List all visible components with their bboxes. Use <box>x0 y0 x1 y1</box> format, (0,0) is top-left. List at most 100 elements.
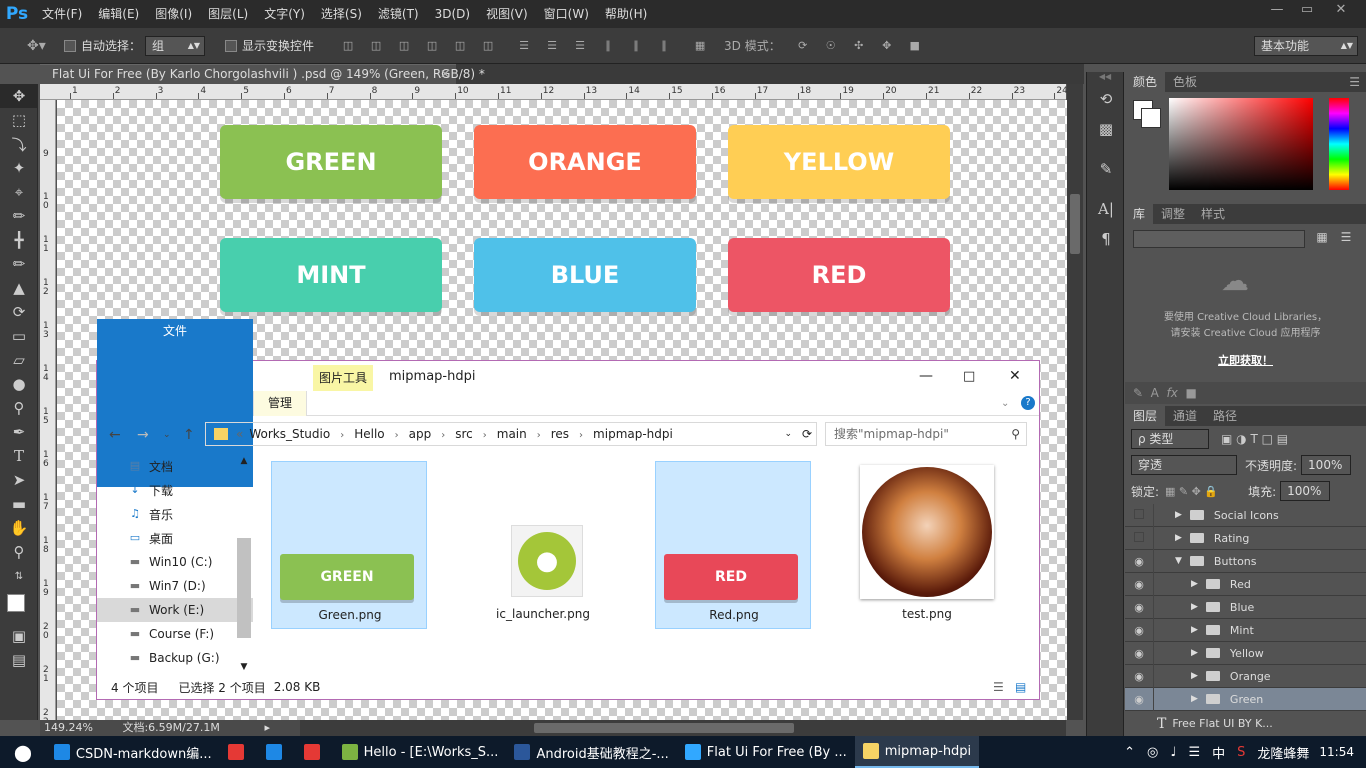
distribute-left-icon[interactable]: ∥ <box>599 39 617 53</box>
align-bottom-icon[interactable]: ◫ <box>395 39 413 53</box>
ribbon-expand-icon[interactable]: ⌄ <box>1001 398 1009 409</box>
menu-item[interactable]: 图像(I) <box>147 0 200 28</box>
distribute-bottom-icon[interactable]: ☰ <box>571 39 589 53</box>
breadcrumb-item[interactable]: Hello <box>354 427 384 441</box>
list-view-icon[interactable]: ☰ <box>1337 230 1355 248</box>
nav-item[interactable]: ↓ 下载 <box>97 478 253 502</box>
tab-adjustments[interactable]: 调整 <box>1153 204 1193 224</box>
thumbnails-view-icon[interactable]: ▤ <box>1015 680 1026 694</box>
visibility-toggle[interactable] <box>1125 508 1153 522</box>
visibility-toggle[interactable]: ◉ <box>1125 670 1153 683</box>
layer-row[interactable]: ◉ ▶ Blue <box>1125 595 1366 619</box>
taskbar-app[interactable] <box>220 736 258 768</box>
swap-colors-icon[interactable]: ⇅ <box>0 564 38 588</box>
auto-select-checkbox[interactable] <box>64 39 76 52</box>
pen-tool-icon[interactable]: ✒ <box>0 420 38 444</box>
history-panel-icon[interactable]: ⟲ <box>1087 84 1125 114</box>
move-tool-icon[interactable]: ✥ <box>0 84 38 108</box>
file-item[interactable]: test.png <box>849 461 1005 629</box>
breadcrumb-item[interactable]: app <box>409 427 432 441</box>
visibility-toggle[interactable] <box>1125 531 1153 545</box>
layer-row[interactable]: ◉ ▶ Green <box>1125 687 1366 711</box>
hue-slider[interactable] <box>1329 98 1349 190</box>
taskbar-app[interactable] <box>258 736 296 768</box>
layer-row[interactable]: ◉ ▶ Mint <box>1125 618 1366 642</box>
fill-input[interactable]: 100% <box>1280 481 1331 501</box>
eyedropper-icon[interactable]: ✏ <box>0 204 38 228</box>
minimize-icon[interactable]: — <box>1262 2 1292 22</box>
canvas-horizontal-scrollbar[interactable] <box>300 720 1066 736</box>
get-now-link[interactable]: 立即获取！ <box>1125 352 1366 368</box>
notification-icon[interactable]: ☰ <box>1188 745 1200 760</box>
breadcrumb-item[interactable]: res <box>551 427 569 441</box>
layer-row[interactable]: ◉ ▶ Yellow <box>1125 641 1366 665</box>
auto-align-icon[interactable]: ▦ <box>691 39 709 53</box>
close-icon[interactable]: ✕ <box>1009 368 1021 384</box>
nav-scrollbar[interactable]: ▲ ▼ <box>237 456 251 672</box>
address-bar[interactable]: « Works_Studio › Hello › app › src › main › res › mi… <box>205 422 817 446</box>
menu-item[interactable]: 视图(V) <box>478 0 536 28</box>
search-input[interactable]: 搜索"mipmap-hdpi" ⚲ <box>825 422 1027 446</box>
nav-item[interactable]: ▬ Backup (G:) <box>97 646 253 670</box>
visibility-toggle[interactable]: ◉ <box>1125 578 1153 591</box>
taskbar-app[interactable]: mipmap-hdpi <box>854 736 980 768</box>
status-menu-icon[interactable]: ▸ <box>264 720 270 736</box>
tab-paths[interactable]: 路径 <box>1205 406 1245 426</box>
details-view-icon[interactable]: ☰ <box>993 680 1004 694</box>
screen-mode-icon[interactable]: ▤ <box>0 648 38 672</box>
breadcrumb-item[interactable]: mipmap-hdpi <box>593 427 673 441</box>
canvas-button-orange[interactable]: ORANGE <box>474 125 696 199</box>
move-tool-icon[interactable]: ✥▾ <box>27 39 46 53</box>
distribute-right-icon[interactable]: ∥ <box>655 39 673 53</box>
menu-item[interactable]: 3D(D) <box>427 0 478 28</box>
tab-channels[interactable]: 通道 <box>1165 406 1205 426</box>
clock[interactable]: 11:54 <box>1319 745 1354 759</box>
align-vcenter-icon[interactable]: ◫ <box>367 39 385 53</box>
nav-item[interactable]: ▬ Win7 (D:) <box>97 574 253 598</box>
forward-icon[interactable]: → <box>137 427 149 443</box>
expanded-arrow-icon[interactable]: ▼ <box>1175 556 1182 566</box>
collapsed-arrow-icon[interactable]: ▶ <box>1191 579 1198 589</box>
tray-up-icon[interactable]: ⌃ <box>1124 745 1135 760</box>
paragraph-panel-icon[interactable]: ¶ <box>1087 224 1125 254</box>
3d-scale-icon[interactable]: ■ <box>906 39 924 53</box>
collapsed-arrow-icon[interactable]: ▶ <box>1191 671 1198 681</box>
layer-row[interactable]: ◉ ▶ Orange <box>1125 664 1366 688</box>
align-hcenter-icon[interactable]: ◫ <box>451 39 469 53</box>
character-panel-icon[interactable]: A| <box>1087 194 1125 224</box>
taskbar-app[interactable]: CSDN-markdown编... <box>46 736 220 768</box>
tab-manage[interactable]: 管理 <box>253 390 308 416</box>
nav-item[interactable]: ♫ 音乐 <box>97 502 253 526</box>
lasso-tool-icon[interactable]: ⤵ <box>0 132 38 156</box>
zoom-level[interactable]: 149.24% <box>44 721 93 734</box>
layer-row[interactable]: ◉ ▶ Red <box>1125 572 1366 596</box>
refresh-icon[interactable]: ⟳ <box>802 427 812 441</box>
library-dropdown[interactable] <box>1133 230 1305 248</box>
breadcrumb-item[interactable]: src <box>455 427 473 441</box>
breadcrumb-separator-icon[interactable]: › <box>537 430 541 441</box>
visibility-toggle[interactable]: ◉ <box>1125 555 1153 568</box>
3d-panel-icon[interactable]: ▩ <box>1087 114 1125 144</box>
distribute-top-icon[interactable]: ☰ <box>515 39 533 53</box>
collapsed-arrow-icon[interactable]: ▶ <box>1175 533 1182 543</box>
up-icon[interactable]: ↑ <box>183 427 195 443</box>
canvas-vertical-scrollbar[interactable] <box>1067 84 1083 720</box>
crop-tool-icon[interactable]: ⌖ <box>0 180 38 204</box>
layer-filter-dropdown[interactable]: ρ 类型 <box>1131 429 1209 449</box>
file-item[interactable]: ● ic_launcher.png <box>465 461 621 629</box>
nav-item[interactable]: ▤ 文档 <box>97 454 253 478</box>
lock-icons[interactable]: ▦ ✎ ✥ 🔒 <box>1165 485 1218 498</box>
3d-rotate-icon[interactable]: ⟳ <box>794 39 812 53</box>
tab-libraries[interactable]: 库 <box>1125 204 1154 224</box>
workspace-dropdown[interactable]: 基本功能 ▲▼ <box>1254 35 1358 56</box>
canvas-button-mint[interactable]: MINT <box>220 238 442 312</box>
3d-roll-icon[interactable]: ☉ <box>822 39 840 53</box>
menu-item[interactable]: 文字(Y) <box>256 0 313 28</box>
dodge-tool-icon[interactable]: ⚲ <box>0 396 38 420</box>
healing-brush-icon[interactable]: ╋ <box>0 228 38 252</box>
visibility-toggle[interactable]: ◉ <box>1125 647 1153 660</box>
shape-tool-icon[interactable]: ▬ <box>0 492 38 516</box>
distribute-hcenter-icon[interactable]: ∥ <box>627 39 645 53</box>
collapsed-arrow-icon[interactable]: ▶ <box>1191 602 1198 612</box>
recent-dropdown-icon[interactable]: ⌄ <box>163 430 171 440</box>
